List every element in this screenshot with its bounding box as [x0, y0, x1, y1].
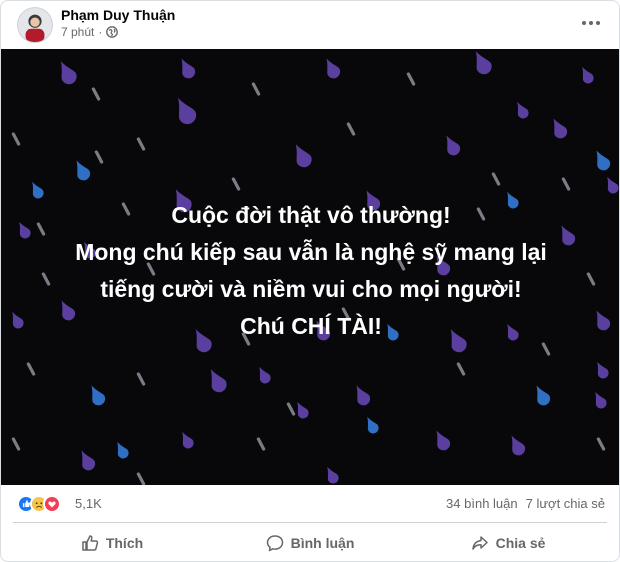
rain-drop — [60, 61, 77, 85]
rain-drop — [596, 150, 611, 171]
rain-drop — [582, 66, 594, 84]
rain-drop — [136, 137, 146, 151]
love-reaction-icon — [43, 495, 61, 513]
rain-drop — [607, 176, 619, 194]
comment-icon — [266, 534, 283, 551]
rain-drop — [251, 82, 261, 96]
rain-drop — [406, 72, 416, 86]
image-text-line-4: Chú CHÍ TÀI! — [240, 313, 382, 339]
action-bar: Thích Bình luận Chia sẻ — [13, 522, 607, 561]
rain-drop — [210, 369, 227, 393]
like-button[interactable]: Thích — [13, 523, 211, 561]
post-image[interactable]: Cuộc đời thật vô thường! Mong chú kiếp s… — [1, 49, 619, 485]
rain-drop — [446, 135, 461, 156]
image-text-line-3: tiếng cười và niềm vui cho mọi người! — [100, 276, 522, 302]
more-options-button[interactable] — [577, 11, 605, 35]
rain-drop — [536, 385, 551, 406]
more-dot-icon — [589, 21, 593, 25]
comment-button[interactable]: Bình luận — [211, 523, 409, 561]
more-dot-icon — [596, 21, 600, 25]
image-text: Cuộc đời thật vô thường! Mong chú kiếp s… — [1, 197, 619, 345]
rain-drop — [511, 435, 526, 456]
post-meta: 7 phút · — [61, 25, 119, 39]
rain-drop — [91, 87, 101, 101]
author-name[interactable]: Phạm Duy Thuận — [61, 7, 175, 23]
like-button-label: Thích — [105, 534, 144, 551]
rain-drop — [367, 416, 379, 434]
rain-drop — [81, 450, 96, 471]
reaction-count[interactable]: 5,1K — [75, 496, 102, 511]
rain-drop — [11, 437, 21, 451]
image-text-line-1: Cuộc đời thật vô thường! — [171, 202, 451, 228]
rain-drop — [295, 144, 312, 168]
rain-drop — [456, 362, 466, 376]
comment-button-label: Bình luận — [290, 534, 355, 551]
globe-icon[interactable] — [106, 26, 119, 38]
rain-drop — [177, 97, 197, 125]
post-time[interactable]: 7 phút — [61, 25, 94, 39]
post-header: Phạm Duy Thuận 7 phút · — [1, 1, 619, 49]
rain-drop — [595, 391, 607, 409]
share-icon — [471, 535, 488, 550]
rain-drop — [596, 437, 606, 451]
rain-drop — [436, 430, 451, 451]
rain-drop — [327, 466, 339, 484]
rain-drop — [256, 437, 266, 451]
rain-drop — [94, 150, 104, 164]
thumbs-up-icon — [82, 534, 99, 551]
rain-drop — [91, 385, 106, 406]
reactions-bar: 5,1K 34 bình luận 7 lượt chia sẻ — [1, 487, 619, 521]
share-button[interactable]: Chia sẻ — [409, 523, 607, 561]
rain-drop — [346, 122, 356, 136]
rain-drop — [231, 177, 241, 191]
rain-drop — [136, 472, 146, 485]
rain-drop — [117, 441, 129, 459]
rain-drop — [182, 431, 194, 449]
reaction-icons[interactable] — [17, 495, 61, 513]
rain-drop — [181, 58, 196, 79]
share-button-label: Chia sẻ — [495, 534, 546, 551]
post-stats: 34 bình luận 7 lượt chia sẻ — [446, 496, 605, 511]
rain-drop — [286, 402, 296, 416]
rain-drop — [297, 401, 309, 419]
rain-drop — [11, 132, 21, 146]
rain-drop — [356, 385, 371, 406]
rain-drop — [475, 51, 492, 75]
rain-drop — [76, 160, 91, 181]
meta-separator: · — [98, 25, 103, 39]
rain-drop — [26, 362, 36, 376]
image-text-line-2: Mong chú kiếp sau vẫn là nghệ sỹ mang lạ… — [75, 239, 547, 265]
rain-drop — [259, 366, 271, 384]
more-dot-icon — [582, 21, 586, 25]
rain-drop — [326, 58, 341, 79]
post-card: Phạm Duy Thuận 7 phút · Cuộc đời thật vô… — [0, 0, 620, 562]
rain-drop — [553, 118, 568, 139]
rain-drop — [491, 172, 501, 186]
rain-drop — [517, 101, 529, 119]
rain-drop — [136, 372, 146, 386]
rain-drop — [597, 361, 609, 379]
author-avatar[interactable] — [17, 7, 53, 43]
rain-drop — [561, 177, 571, 191]
share-count[interactable]: 7 lượt chia sẻ — [526, 496, 605, 511]
comment-count[interactable]: 34 bình luận — [446, 496, 518, 511]
